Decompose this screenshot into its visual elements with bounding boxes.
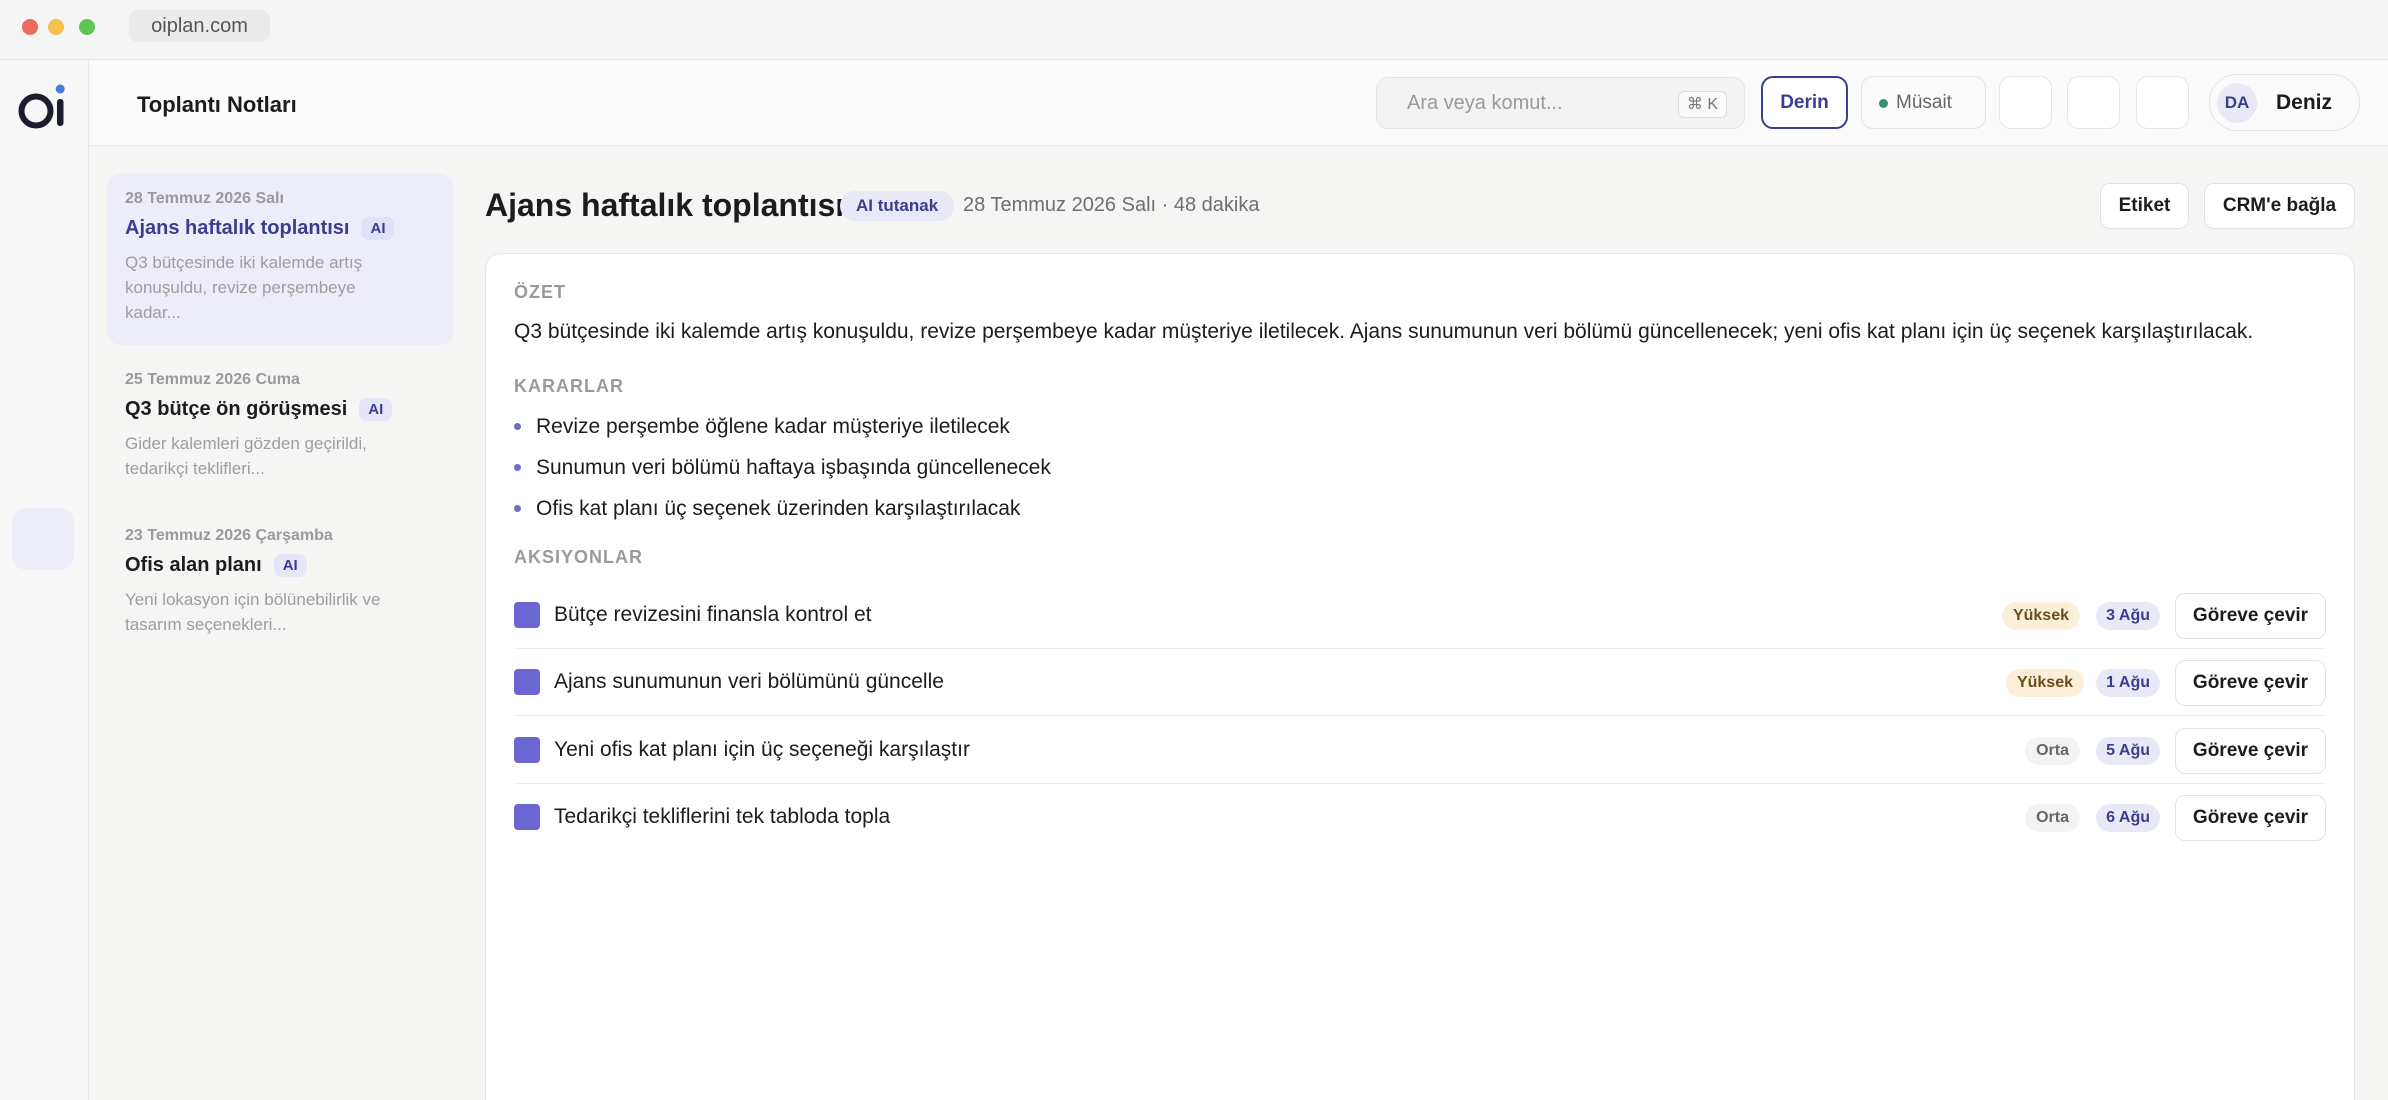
action-text: Ajans sunumunun veri bölümünü güncelle xyxy=(554,670,944,693)
note-list-item[interactable]: 23 Temmuz 2026 Çarşamba Ofis alan planı … xyxy=(107,511,454,651)
deep-mode-button[interactable]: Derin xyxy=(1761,76,1848,129)
decision-text: Revize perşembe öğlene kadar müşteriye i… xyxy=(536,415,1010,438)
decision-text: Ofis kat planı üç seçenek üzerinden karş… xyxy=(536,497,1021,520)
note-card: ÖZET Q3 bütçesinde iki kalemde artış kon… xyxy=(485,253,2355,1100)
status-toggle[interactable]: Müsait xyxy=(1861,76,1986,129)
crm-connect-button[interactable]: CRM'e bağla xyxy=(2204,183,2355,229)
user-name: Deniz xyxy=(2276,91,2333,114)
action-text: Tedarikçi tekliflerini tek tabloda topla xyxy=(554,805,891,828)
note-title-row: Ofis alan planı AI xyxy=(125,554,436,577)
convert-to-task-button[interactable]: Göreve çevir xyxy=(2175,660,2326,706)
decision-item: Revize perşembe öğlene kadar müşteriye i… xyxy=(514,415,1010,439)
close-window-button[interactable] xyxy=(22,19,38,35)
browser-chrome: oiplan.com xyxy=(0,0,2388,60)
action-row: Bütçe revizesini finansla kontrol et Yük… xyxy=(514,582,2326,649)
ai-badge: AI xyxy=(359,398,393,421)
decision-text: Sunumun veri bölümü haftaya işbaşında gü… xyxy=(536,456,1051,479)
toolbar-icon-button-3[interactable] xyxy=(2136,76,2189,129)
address-bar[interactable]: oiplan.com xyxy=(129,10,270,42)
note-snippet: Q3 bütçesinde iki kalemde artış konuşuld… xyxy=(125,253,363,322)
action-checkbox[interactable] xyxy=(514,669,540,695)
top-bar: Toplantı Notları Ara veya komut... ⌘ K D… xyxy=(89,60,2388,146)
due-date-badge: 5 Ağu xyxy=(2096,737,2160,765)
priority-badge: Yüksek xyxy=(2001,602,2080,630)
action-text: Bütçe revizesini finansla kontrol et xyxy=(554,603,872,626)
page-title: Toplantı Notları xyxy=(137,92,297,117)
toolbar-icon-button-1[interactable] xyxy=(1999,76,2052,129)
status-label: Müsait xyxy=(1896,92,1952,113)
ai-badge: AI xyxy=(361,217,395,240)
status-dot-icon xyxy=(1879,99,1888,108)
action-text: Yeni ofis kat planı için üç seçeneği kar… xyxy=(554,738,970,761)
rail-item-notes[interactable] xyxy=(12,508,74,570)
action-row: Tedarikçi tekliflerini tek tabloda topla… xyxy=(514,784,2326,851)
note-meta: 28 Temmuz 2026 Salı · 48 dakika xyxy=(963,194,1260,216)
note-date: 25 Temmuz 2026 Cuma xyxy=(125,371,300,388)
ai-minutes-badge: AI tutanak xyxy=(840,191,955,221)
note-date: 28 Temmuz 2026 Salı xyxy=(125,190,284,207)
action-row: Ajans sunumunun veri bölümünü güncelle Y… xyxy=(514,649,2326,716)
summary-label: ÖZET xyxy=(514,282,566,302)
due-date-badge: 1 Ağu xyxy=(2096,669,2160,697)
search-placeholder: Ara veya komut... xyxy=(1407,92,1563,114)
summary-text: Q3 bütçesinde iki kalemde artış konuşuld… xyxy=(514,320,2254,343)
note-date: 23 Temmuz 2026 Çarşamba xyxy=(125,527,333,544)
oiplan-logo[interactable] xyxy=(17,80,73,132)
actions-label: AKSIYONLAR xyxy=(514,547,644,567)
minimize-window-button[interactable] xyxy=(48,19,64,35)
action-checkbox[interactable] xyxy=(514,804,540,830)
due-date-badge: 3 Ağu xyxy=(2096,602,2160,630)
maximize-window-button[interactable] xyxy=(79,19,95,35)
label-button[interactable]: Etiket xyxy=(2100,183,2189,229)
bullet-icon xyxy=(514,464,521,471)
priority-badge: Orta xyxy=(2025,804,2080,832)
note-snippet: Yeni lokasyon için bölünebilirlik ve tas… xyxy=(125,590,381,634)
note-title: Ofis alan planı xyxy=(125,554,262,576)
decision-item: Sunumun veri bölümü haftaya işbaşında gü… xyxy=(514,456,1051,480)
user-menu[interactable]: DA Deniz xyxy=(2209,74,2360,131)
ai-badge: AI xyxy=(273,554,307,577)
priority-badge: Orta xyxy=(2025,737,2080,765)
decision-item: Ofis kat planı üç seçenek üzerinden karş… xyxy=(514,497,1020,521)
priority-badge: Yüksek xyxy=(2005,669,2084,697)
note-title: Q3 bütçe ön görüşmesi xyxy=(125,398,348,420)
action-row: Yeni ofis kat planı için üç seçeneği kar… xyxy=(514,717,2326,784)
action-checkbox[interactable] xyxy=(514,737,540,763)
note-title-row: Q3 bütçe ön görüşmesi AI xyxy=(125,398,436,421)
bullet-icon xyxy=(514,423,521,430)
note-heading: Ajans haftalık toplantısı xyxy=(485,187,845,223)
convert-to-task-button[interactable]: Göreve çevir xyxy=(2175,795,2326,841)
due-date-badge: 6 Ağu xyxy=(2096,804,2160,832)
convert-to-task-button[interactable]: Göreve çevir xyxy=(2175,728,2326,774)
search-input[interactable]: Ara veya komut... ⌘ K xyxy=(1376,77,1745,129)
app-rail xyxy=(0,60,89,1100)
note-list-item[interactable]: 28 Temmuz 2026 Salı Ajans haftalık topla… xyxy=(107,174,454,345)
search-shortcut: ⌘ K xyxy=(1677,91,1727,118)
avatar: DA xyxy=(2217,83,2257,123)
action-checkbox[interactable] xyxy=(514,602,540,628)
note-snippet: Gider kalemleri gözden geçirildi, tedari… xyxy=(125,434,367,478)
bullet-icon xyxy=(514,505,521,512)
note-title-row: Ajans haftalık toplantısı AI xyxy=(125,217,436,240)
note-list-item[interactable]: 25 Temmuz 2026 Cuma Q3 bütçe ön görüşmes… xyxy=(107,355,454,495)
toolbar-icon-button-2[interactable] xyxy=(2067,76,2120,129)
convert-to-task-button[interactable]: Göreve çevir xyxy=(2175,593,2326,639)
note-title: Ajans haftalık toplantısı xyxy=(125,217,350,239)
decisions-label: KARARLAR xyxy=(514,376,624,396)
